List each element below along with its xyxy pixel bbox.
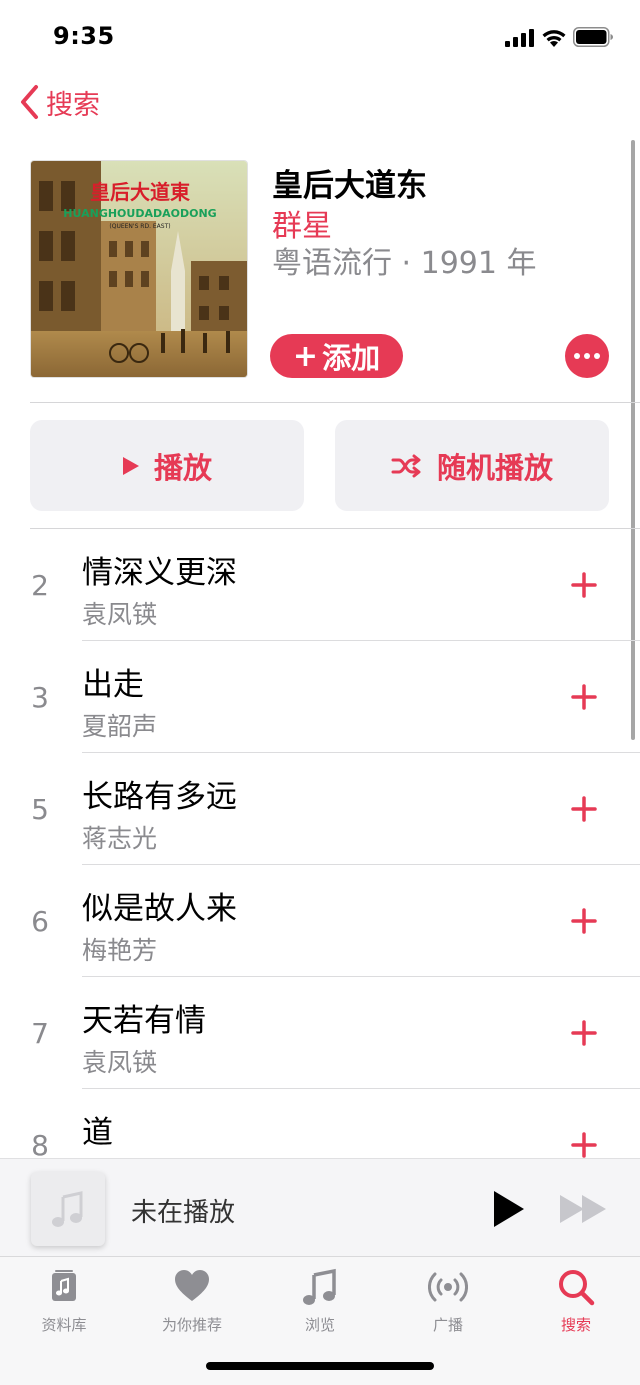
track-title: 似是故人来 [82, 891, 237, 927]
add-track-button[interactable] [566, 1127, 602, 1159]
track-title: 天若有情 [82, 1003, 206, 1039]
track-number: 3 [31, 681, 49, 714]
add-track-button[interactable] [566, 679, 602, 715]
track-artist: 夏韶声 [82, 712, 158, 741]
track-row[interactable]: 5 长路有多远 蒋志光 [0, 753, 640, 865]
cover-subtitle: HUANGHOUDADAODONG [63, 207, 216, 220]
track-number: 2 [31, 569, 49, 602]
track-artist: 袁凤锳 [82, 1048, 158, 1077]
track-list: 2 情深义更深 袁凤锳 3 出走 夏韶声 5 长路有多远 蒋志光 6 似是故人来… [0, 529, 640, 1159]
album-genre-year: 粤语流行 · 1991 年 [272, 246, 537, 281]
tab-library[interactable]: 资料库 [0, 1267, 128, 1337]
home-indicator[interactable] [206, 1362, 434, 1370]
tab-label: 广播 [432, 1316, 463, 1334]
status-time: 9:35 [53, 22, 115, 50]
add-label: 添加 [322, 341, 381, 375]
now-playing-status: 未在播放 [131, 1198, 236, 1228]
divider [30, 402, 640, 403]
wifi-icon [542, 30, 566, 47]
track-row[interactable]: 8 道 [0, 1089, 640, 1159]
track-title: 出走 [82, 667, 144, 703]
cover-note: (QUEEN'S RD. EAST) [109, 223, 170, 230]
album-title: 皇后大道东 [272, 168, 427, 204]
more-dot-icon [574, 353, 580, 359]
plus-icon [571, 572, 597, 598]
play-icon [122, 456, 139, 475]
battery-icon [573, 27, 613, 47]
track-number: 6 [31, 905, 49, 938]
track-title: 道 [82, 1115, 113, 1151]
library-icon [52, 1270, 76, 1301]
music-note-icon [303, 1268, 336, 1305]
track-row[interactable]: 6 似是故人来 梅艳芳 [0, 865, 640, 977]
tab-label: 搜索 [560, 1316, 591, 1334]
add-track-button[interactable] [566, 567, 602, 603]
track-number: 7 [31, 1017, 49, 1050]
track-row[interactable]: 2 情深义更深 袁凤锳 [0, 529, 640, 641]
back-label: 搜索 [46, 89, 100, 121]
plus-icon [571, 684, 597, 710]
tab-label: 资料库 [41, 1316, 87, 1334]
cellular-signal-icon [505, 29, 534, 47]
mini-player[interactable]: 未在播放 [0, 1158, 640, 1256]
play-button[interactable]: 播放 [30, 420, 304, 511]
tab-search[interactable]: 搜索 [512, 1267, 640, 1337]
track-number: 5 [31, 793, 49, 826]
mini-play-button[interactable] [488, 1187, 528, 1231]
heart-icon [175, 1270, 209, 1301]
add-track-button[interactable] [566, 1015, 602, 1051]
cover-title: 皇后大道東 [90, 180, 190, 204]
track-title: 情深义更深 [82, 555, 237, 591]
shuffle-icon [391, 454, 421, 477]
tab-radio[interactable]: 广播 [384, 1267, 512, 1337]
play-label: 播放 [153, 450, 212, 485]
track-artist: 蒋志光 [82, 824, 158, 853]
back-button[interactable]: 搜索 [18, 82, 100, 122]
plus-icon [571, 796, 597, 822]
track-row[interactable]: 3 出走 夏韶声 [0, 641, 640, 753]
track-number: 8 [31, 1129, 49, 1159]
search-icon [559, 1270, 595, 1306]
status-bar: 9:35 [0, 0, 640, 80]
music-note-icon [52, 1191, 83, 1227]
shuffle-label: 随机播放 [436, 450, 553, 485]
plus-icon [571, 1132, 597, 1158]
add-track-button[interactable] [566, 903, 602, 939]
add-album-button[interactable]: + 添加 [270, 334, 403, 378]
add-track-button[interactable] [566, 791, 602, 827]
more-dot-icon [584, 353, 590, 359]
more-options-button[interactable] [565, 334, 609, 378]
track-artist: 袁凤锳 [82, 600, 158, 629]
more-dot-icon [594, 353, 600, 359]
track-title: 长路有多远 [82, 779, 237, 815]
shuffle-button[interactable]: 随机播放 [335, 420, 609, 511]
chevron-left-icon [21, 85, 38, 119]
tab-label: 为你推荐 [161, 1316, 222, 1334]
album-artwork: 皇后大道東 HUANGHOUDADAODONG (QUEEN'S RD. EAS… [30, 160, 248, 378]
track-artist: 梅艳芳 [82, 936, 158, 965]
tab-label: 浏览 [304, 1316, 335, 1334]
plus-icon: + [292, 338, 319, 374]
mini-player-artwork [31, 1172, 105, 1246]
radio-icon [428, 1272, 468, 1302]
album-cover-image: 皇后大道東 HUANGHOUDADAODONG (QUEEN'S RD. EAS… [31, 161, 247, 377]
tab-browse[interactable]: 浏览 [256, 1267, 384, 1337]
track-row[interactable]: 7 天若有情 袁凤锳 [0, 977, 640, 1089]
tab-for-you[interactable]: 为你推荐 [128, 1267, 256, 1337]
mini-next-button[interactable] [558, 1191, 610, 1227]
plus-icon [571, 908, 597, 934]
plus-icon [571, 1020, 597, 1046]
